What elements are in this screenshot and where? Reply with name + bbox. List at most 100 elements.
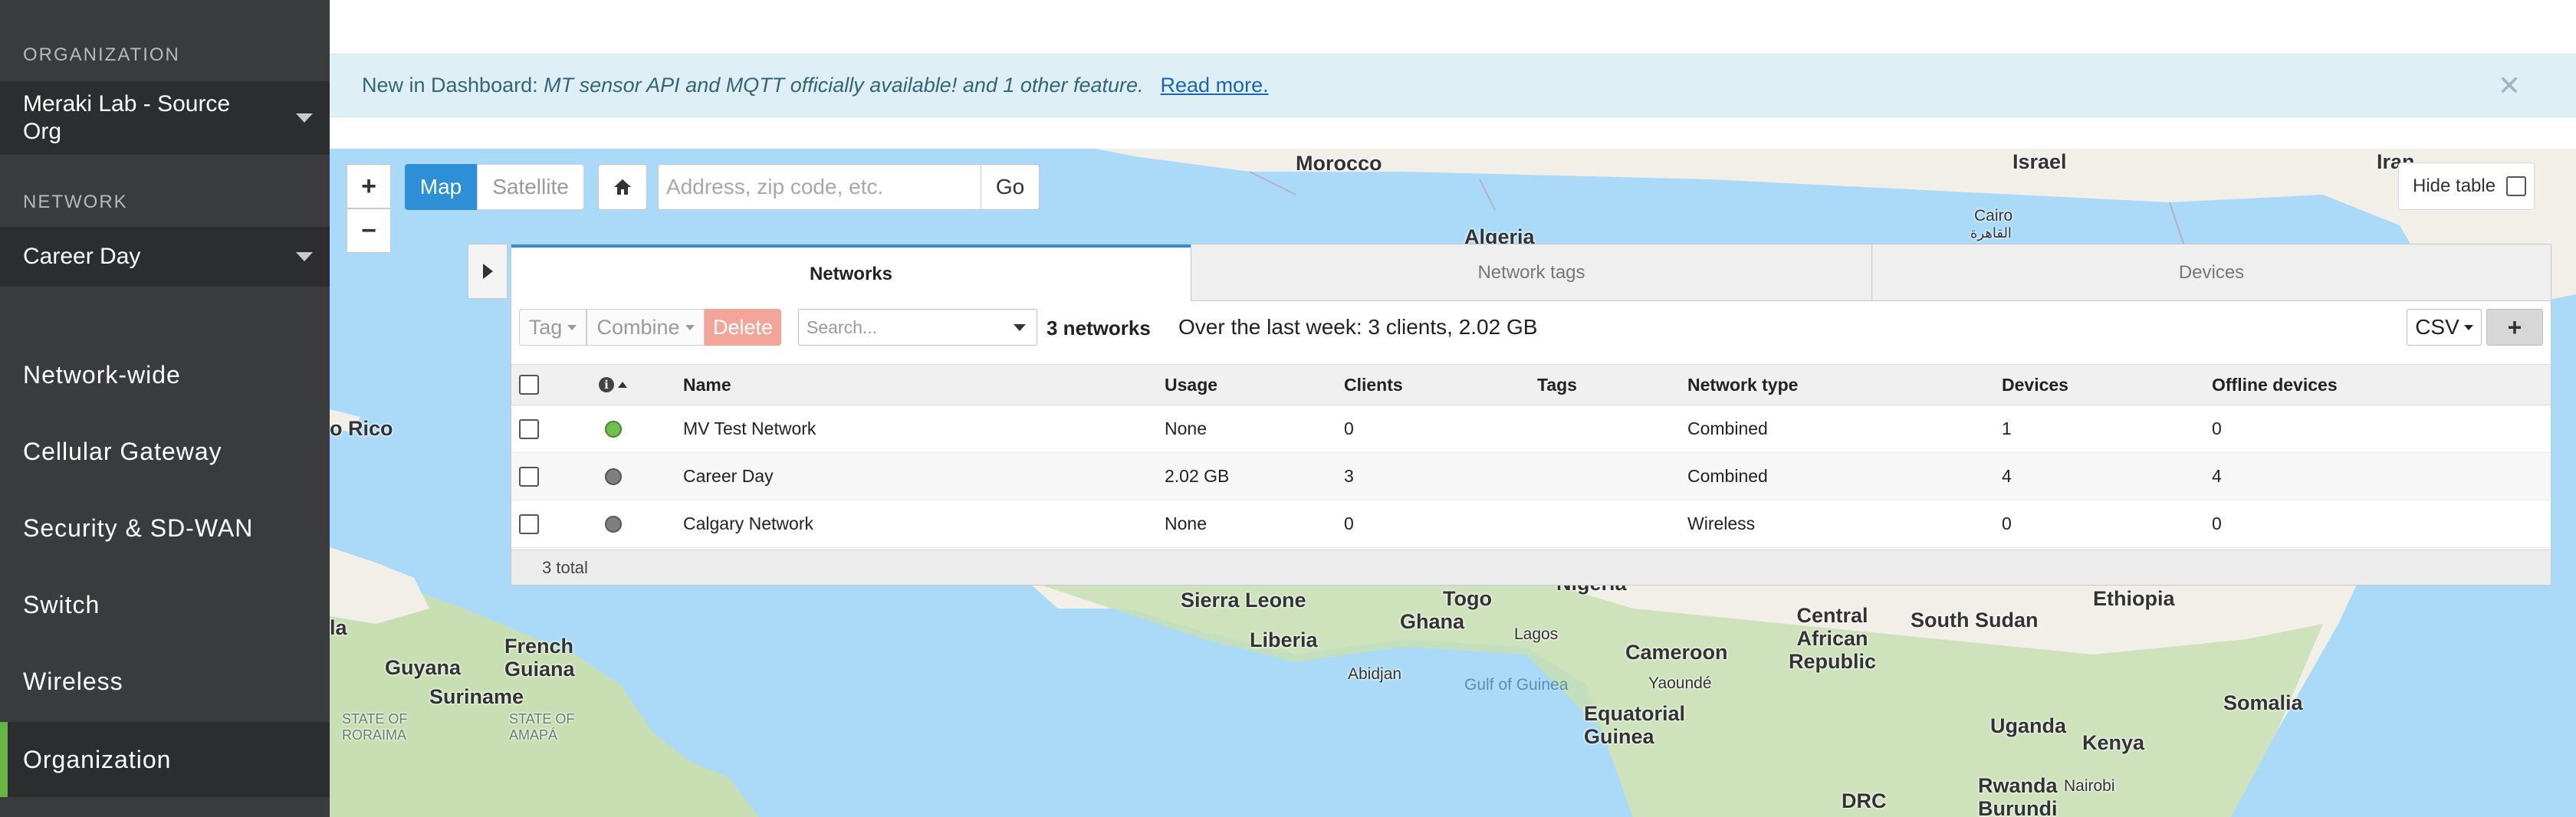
clients-cell: 0 xyxy=(1344,513,1354,533)
csv-label: CSV xyxy=(2415,315,2459,339)
row-checkbox[interactable] xyxy=(519,466,539,487)
announcement-banner: New in Dashboard: MT sensor API and MQTT… xyxy=(330,54,2576,117)
zoom-in-button[interactable]: + xyxy=(347,164,391,208)
table-row[interactable]: Career Day 2.02 GB 3 Combined 4 4 xyxy=(511,453,2551,500)
row-select-cell xyxy=(519,500,539,547)
nav-cellular-gateway[interactable]: Cellular Gateway xyxy=(0,414,330,489)
table-row[interactable]: MV Test Network None 0 Combined 1 0 xyxy=(511,405,2551,453)
row-select-cell xyxy=(519,453,539,500)
map-label: Cameroon xyxy=(1625,641,1728,664)
tab-networks[interactable]: Networks xyxy=(511,244,1191,301)
csv-export-button[interactable]: CSV xyxy=(2407,309,2482,346)
map-label: Lagos xyxy=(1514,625,1559,643)
organization-select-value: Meraki Lab - Source Org xyxy=(23,91,231,144)
column-header-offline-devices[interactable]: Offline devices xyxy=(2212,365,2338,405)
map-label: STATE OF RORAIMA xyxy=(342,711,408,743)
collapse-panel-button[interactable] xyxy=(468,244,508,299)
organization-select[interactable]: Meraki Lab - Source Org xyxy=(0,81,330,155)
nav-organization[interactable]: Organization xyxy=(0,722,330,797)
hide-table-control[interactable]: Hide table xyxy=(2398,162,2535,210)
map-label: DRC xyxy=(1842,789,1887,812)
hide-table-checkbox[interactable] xyxy=(2506,176,2527,196)
nav-security-sd-wan[interactable]: Security & SD-WAN xyxy=(0,491,330,566)
banner-feature: MT sensor API and MQTT officially availa… xyxy=(544,74,958,97)
column-header-clients[interactable]: Clients xyxy=(1344,365,1403,405)
map-label: Equatorial Guinea xyxy=(1584,702,1686,748)
address-search-input[interactable] xyxy=(658,164,981,210)
map-label: Morocco xyxy=(1296,152,1382,175)
delete-button[interactable]: Delete xyxy=(705,309,781,346)
network-section-label: NETWORK xyxy=(23,192,128,212)
network-select-value: Career Day xyxy=(23,244,141,269)
chevron-down-icon xyxy=(1014,324,1026,331)
table-row[interactable]: Calgary Network None 0 Wireless 0 0 xyxy=(511,500,2551,548)
chevron-down-icon xyxy=(296,113,313,123)
nav-switch[interactable]: Switch xyxy=(0,567,330,642)
map-label: Suriname xyxy=(429,685,524,708)
go-button[interactable]: Go xyxy=(981,164,1040,210)
add-column-button[interactable]: + xyxy=(2486,309,2543,346)
column-header-devices[interactable]: Devices xyxy=(2002,365,2068,405)
tag-button[interactable]: Tag xyxy=(519,309,586,346)
map-type-satellite-button[interactable]: Satellite xyxy=(477,164,584,210)
close-icon[interactable]: ✕ xyxy=(2498,70,2521,102)
map-label: Israel xyxy=(2013,150,2067,173)
tag-button-label: Tag xyxy=(528,315,563,339)
chevron-down-icon xyxy=(685,324,695,330)
nav-wireless[interactable]: Wireless xyxy=(0,644,330,719)
banner-suffix: and 1 other feature. xyxy=(962,74,1144,97)
map-label: French Guiana xyxy=(504,635,575,681)
map-label: Burundi xyxy=(1978,797,2058,817)
map-label: Central African Republic xyxy=(1788,604,1876,673)
map-label: Kenya xyxy=(2082,731,2145,754)
column-header-tags[interactable]: Tags xyxy=(1537,365,1577,405)
status-online-icon xyxy=(605,420,622,438)
map-label: Ghana xyxy=(1400,610,1465,633)
map-label: القاهرة xyxy=(1970,225,2012,241)
network-name[interactable]: MV Test Network xyxy=(683,405,816,452)
row-checkbox[interactable] xyxy=(519,513,539,534)
status-cell xyxy=(605,500,622,547)
nav-network-wide[interactable]: Network-wide xyxy=(0,337,330,412)
usage-cell: None xyxy=(1165,418,1207,438)
map-label: Sierra Leone xyxy=(1181,589,1306,612)
usage-summary: Over the last week: 3 clients, 2.02 GB xyxy=(1178,315,1538,339)
row-checkbox[interactable] xyxy=(519,418,539,439)
column-header-usage[interactable]: Usage xyxy=(1165,365,1217,405)
status-column-header[interactable]: i xyxy=(599,365,627,405)
network-name[interactable]: Career Day xyxy=(683,453,774,500)
devices-cell: 4 xyxy=(2002,466,2012,486)
devices-cell: 0 xyxy=(2002,513,2012,533)
column-header-network-type[interactable]: Network type xyxy=(1687,365,1798,405)
chevron-down-icon xyxy=(2463,324,2473,330)
map-label: Ethiopia xyxy=(2093,587,2175,610)
map-label: Guyana xyxy=(385,656,462,679)
network-count: 3 networks xyxy=(1046,317,1151,340)
zoom-out-button[interactable]: − xyxy=(347,208,391,253)
map-label: STATE OF AMAPÁ xyxy=(509,711,575,743)
read-more-link[interactable]: Read more. xyxy=(1161,74,1269,97)
row-select-cell xyxy=(519,405,539,452)
tab-devices[interactable]: Devices xyxy=(1871,244,2551,301)
home-button[interactable] xyxy=(598,164,647,210)
network-select[interactable]: Career Day xyxy=(0,227,330,287)
info-icon: i xyxy=(599,377,614,392)
map-type-map-button[interactable]: Map xyxy=(405,164,477,210)
banner-prefix: New in Dashboard: xyxy=(362,74,538,97)
network-name[interactable]: Calgary Network xyxy=(683,500,813,547)
hide-table-label: Hide table xyxy=(2413,176,2496,196)
tab-network-tags[interactable]: Network tags xyxy=(1191,244,1871,301)
status-offline-icon xyxy=(605,515,622,533)
column-header-name[interactable]: Name xyxy=(683,365,731,405)
combine-button[interactable]: Combine xyxy=(586,309,705,346)
network-type-cell: Combined xyxy=(1687,418,1768,438)
select-all-checkbox[interactable] xyxy=(519,375,539,395)
table-footer: 3 total xyxy=(511,550,2551,585)
map-label: la xyxy=(330,616,347,639)
table-header: i Name Usage Clients Tags Network type D… xyxy=(511,364,2551,405)
usage-cell: None xyxy=(1165,513,1207,533)
organization-section-label: ORGANIZATION xyxy=(23,44,180,65)
map-label: Liberia xyxy=(1250,628,1318,651)
network-search-select[interactable]: Search... xyxy=(798,309,1037,346)
network-type-cell: Combined xyxy=(1687,466,1768,486)
